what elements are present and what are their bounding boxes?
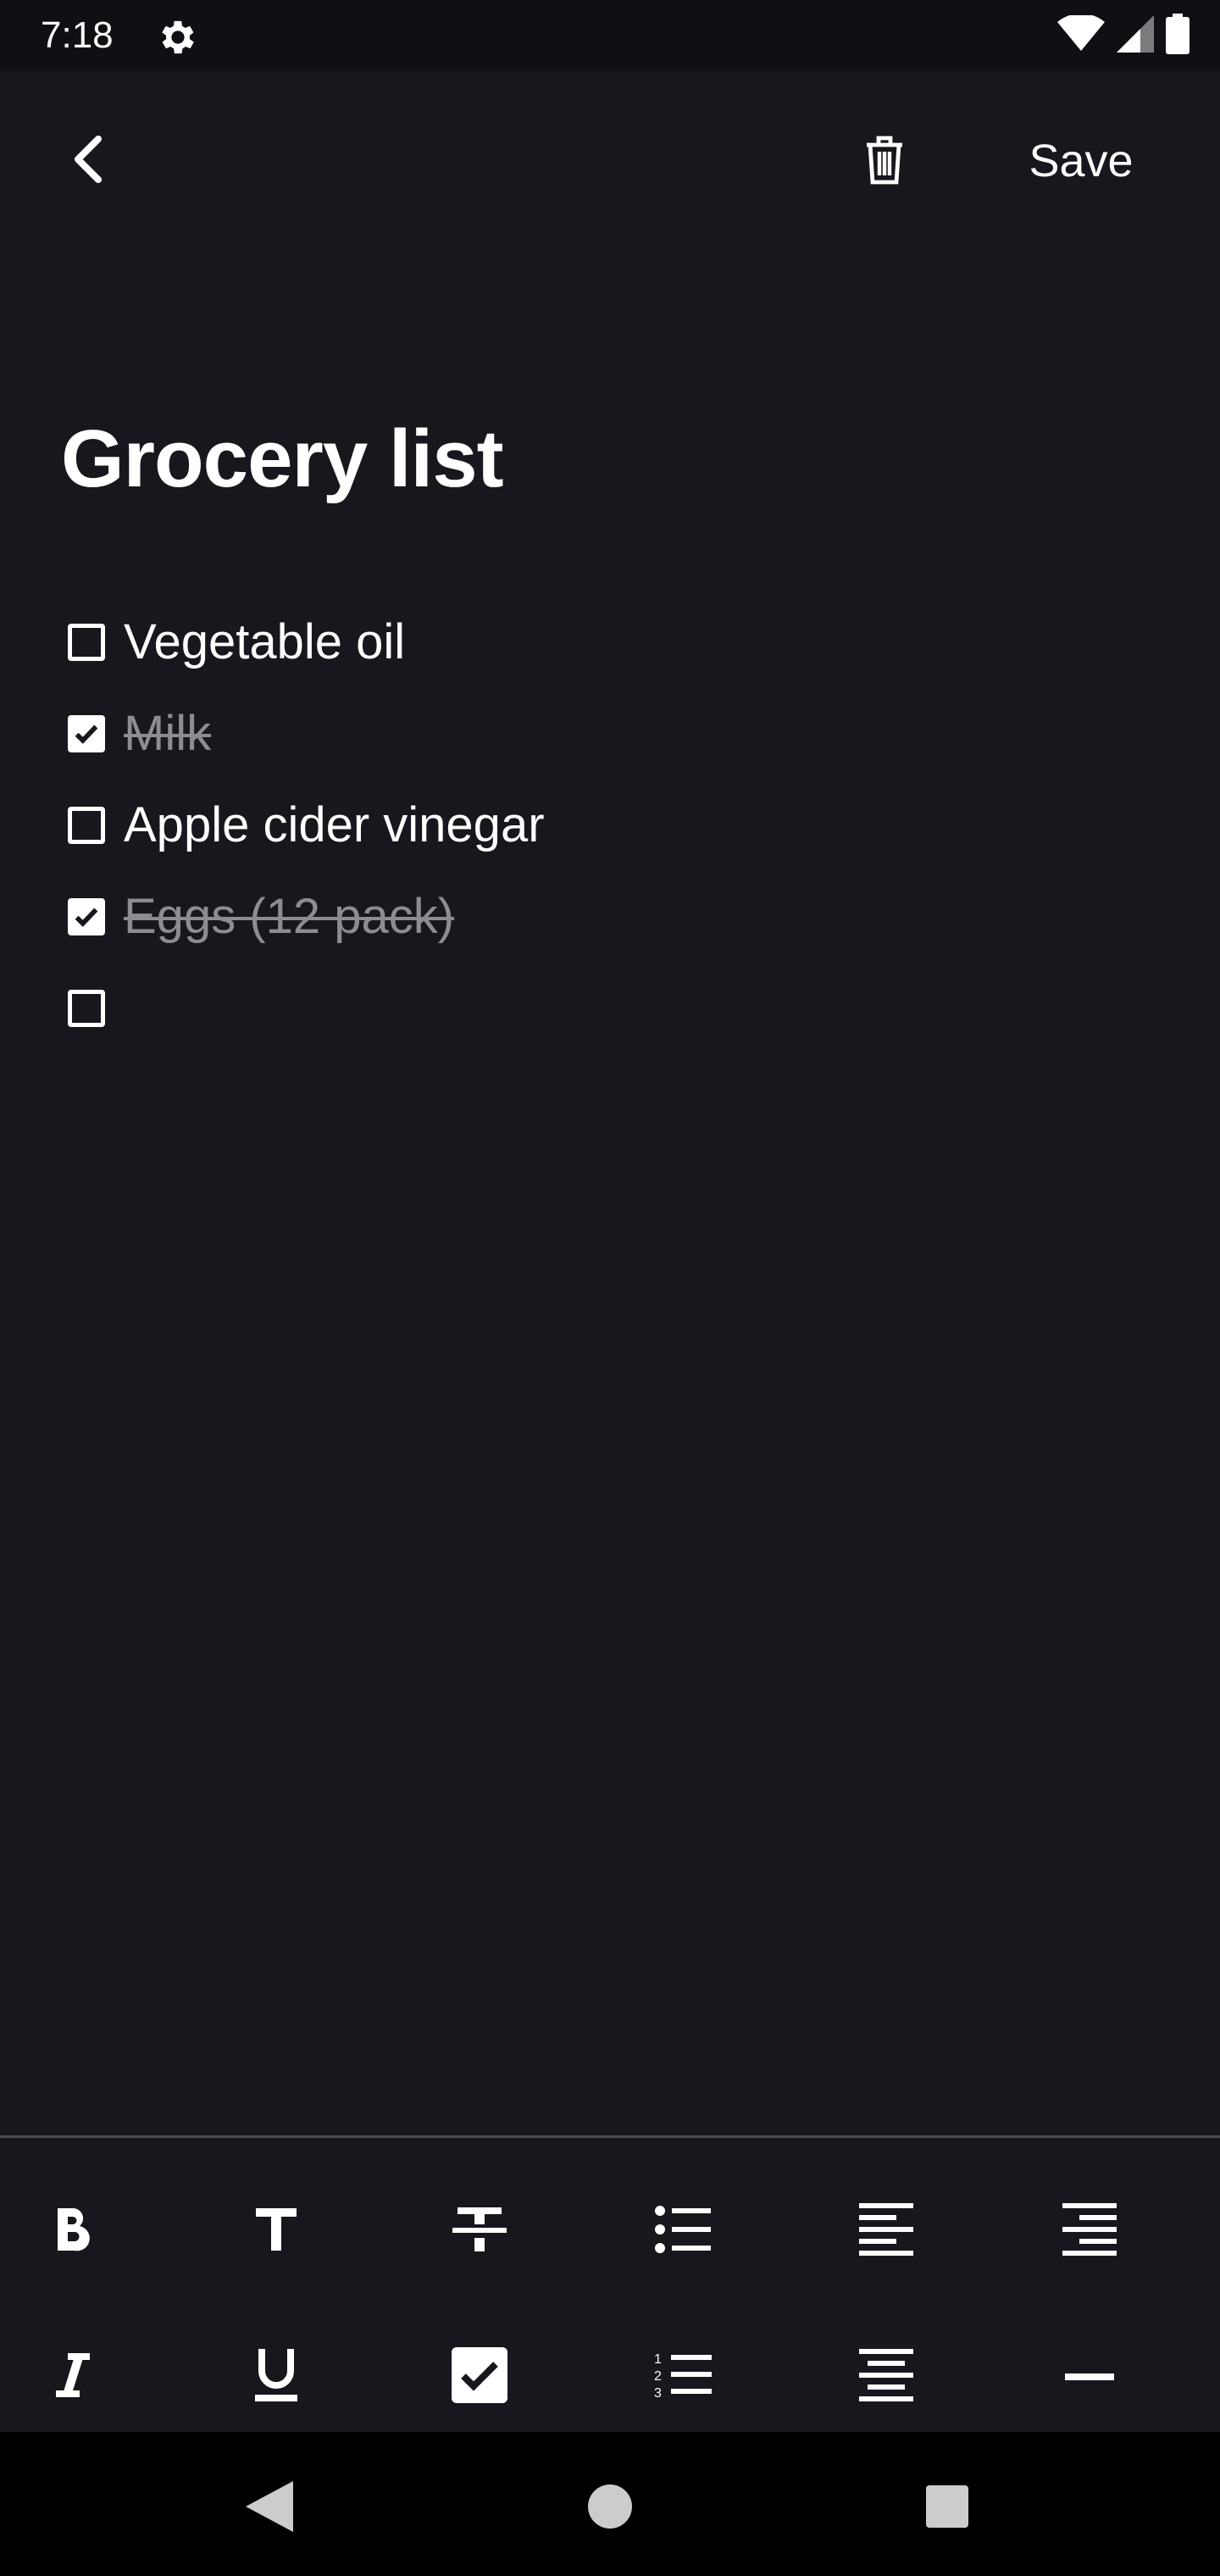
checkbox-unchecked[interactable] <box>68 624 105 661</box>
checklist: Vegetable oil Milk Apple cider vinegar E… <box>61 597 1162 1054</box>
svg-text:2: 2 <box>654 2369 662 2384</box>
home-circle-icon <box>588 2484 632 2533</box>
underline-button[interactable] <box>175 2326 378 2428</box>
checkbox-unchecked[interactable] <box>68 990 105 1027</box>
save-button[interactable]: Save <box>1013 124 1149 198</box>
svg-text:3: 3 <box>654 2386 662 2401</box>
checklist-icon <box>452 2346 507 2407</box>
bold-button[interactable] <box>0 2180 175 2282</box>
trash-icon <box>863 133 906 190</box>
underline-icon <box>255 2348 297 2406</box>
system-nav-bar <box>0 2432 1220 2576</box>
checklist-item: Vegetable oil <box>61 597 1162 688</box>
numbered-list-button[interactable]: 1 2 3 <box>581 2326 785 2428</box>
strikethrough-button[interactable] <box>378 2180 581 2282</box>
checklist-item <box>61 963 1162 1054</box>
note-title[interactable]: Grocery list <box>61 407 504 512</box>
formatting-toolbar: 1 2 3 <box>0 2135 1220 2434</box>
horizontal-rule-icon <box>1065 2369 1114 2384</box>
nav-back-button[interactable] <box>227 2466 312 2551</box>
numbered-list-icon: 1 2 3 <box>654 2350 712 2405</box>
cell-signal-icon <box>1117 14 1154 57</box>
checklist-item: Apple cider vinegar <box>61 780 1162 871</box>
battery-icon <box>1166 13 1190 58</box>
checklist-item-text[interactable]: Apple cider vinegar <box>124 791 545 859</box>
text-size-button[interactable] <box>175 2180 378 2282</box>
align-center-button[interactable] <box>785 2326 988 2428</box>
bulleted-list-button[interactable] <box>581 2180 785 2282</box>
bulleted-list-icon <box>655 2205 711 2257</box>
checkbox-checked[interactable] <box>68 715 105 752</box>
gear-icon <box>156 15 200 59</box>
strikethrough-icon <box>452 2206 507 2257</box>
checkmark-icon <box>75 908 98 927</box>
checkbox-unchecked[interactable] <box>68 807 105 844</box>
wifi-icon <box>1057 13 1105 57</box>
horizontal-rule-button[interactable] <box>988 2326 1191 2428</box>
status-time: 7:18 <box>41 14 114 56</box>
nav-home-button[interactable] <box>568 2466 652 2551</box>
svg-text:1: 1 <box>654 2352 662 2367</box>
checklist-item: Milk <box>61 688 1162 780</box>
italic-icon <box>56 2352 90 2401</box>
recents-square-icon <box>926 2484 968 2532</box>
checklist-item: Eggs (12 pack) <box>61 871 1162 963</box>
status-icons <box>1057 13 1190 58</box>
status-bar: 7:18 <box>0 0 1220 71</box>
bold-icon <box>54 2207 92 2257</box>
align-center-icon <box>859 2348 913 2406</box>
nav-recents-button[interactable] <box>905 2466 990 2551</box>
checklist-item-text[interactable]: Milk <box>124 700 211 768</box>
checkmark-icon <box>75 724 98 744</box>
checklist-button[interactable] <box>378 2326 581 2428</box>
chevron-left-icon <box>68 132 108 191</box>
align-left-button[interactable] <box>785 2180 988 2282</box>
italic-button[interactable] <box>0 2326 175 2428</box>
align-left-icon <box>859 2202 913 2260</box>
align-right-button[interactable] <box>988 2180 1191 2282</box>
app-bar: Save <box>0 71 1220 251</box>
back-triangle-icon <box>246 2480 293 2536</box>
checkbox-checked[interactable] <box>68 898 105 935</box>
toolbar-row <box>0 2180 1220 2282</box>
toolbar-row: 1 2 3 <box>0 2326 1220 2428</box>
checklist-item-text[interactable]: Eggs (12 pack) <box>124 883 454 951</box>
delete-button[interactable] <box>851 127 918 195</box>
checklist-item-text[interactable]: Vegetable oil <box>124 608 405 676</box>
back-button[interactable] <box>54 127 122 195</box>
align-right-icon <box>1062 2202 1117 2260</box>
text-size-icon <box>256 2207 297 2257</box>
